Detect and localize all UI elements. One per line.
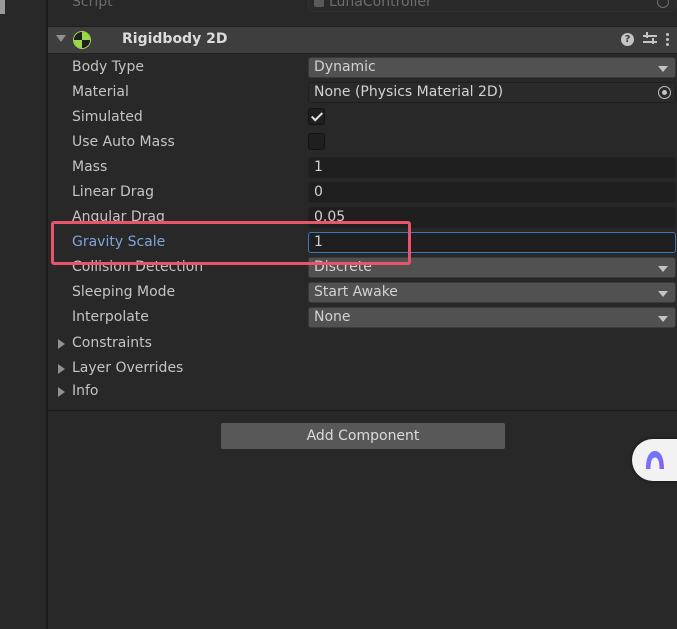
sleeping-mode-row: Sleeping Mode Start Awake [48,281,677,306]
layer-overrides-foldout[interactable]: Layer Overrides [48,358,677,380]
rigidbody-2d-icon [74,32,90,48]
use-auto-mass-row: Use Auto Mass [48,131,677,156]
inspector-panel: Script LunaController Rigidbody 2D ? Bod… [48,0,677,629]
script-file-icon [314,0,324,7]
interpolate-row: Interpolate None [48,306,677,331]
help-icon[interactable]: ? [621,32,634,46]
chevron-down-icon [658,291,668,297]
assistant-button[interactable] [632,439,677,481]
more-options-icon[interactable] [666,32,669,46]
chevron-right-icon [58,387,65,397]
mass-row: Mass 1 [48,156,677,181]
mass-label[interactable]: Mass [72,159,107,175]
constraints-label: Constraints [72,335,152,351]
info-foldout[interactable]: Info [48,381,677,403]
mass-value: 1 [314,159,323,175]
left-panel [0,0,46,629]
assistant-logo-icon [646,451,664,469]
sleeping-mode-dropdown[interactable]: Start Awake [308,282,676,303]
linear-drag-input[interactable]: 0 [308,182,676,203]
sleeping-mode-value: Start Awake [314,284,398,300]
rigidbody-2d-header[interactable]: Rigidbody 2D ? [48,26,677,54]
linear-drag-value: 0 [314,184,323,200]
script-field[interactable]: LunaController [308,0,676,12]
annotation-highlight-box [51,221,411,265]
presets-icon[interactable] [643,32,657,46]
material-label: Material [72,84,129,100]
sleeping-mode-label: Sleeping Mode [72,284,176,300]
script-label: Script [72,0,113,10]
simulated-checkbox[interactable] [308,108,325,125]
body-type-label: Body Type [72,59,144,75]
constraints-foldout[interactable]: Constraints [48,333,677,355]
body-type-dropdown[interactable]: Dynamic [308,57,676,78]
info-label: Info [72,383,99,399]
body-type-value: Dynamic [314,59,376,75]
script-value: LunaController [329,0,432,10]
component-title: Rigidbody 2D [122,31,228,47]
header-icons: ? [621,32,669,46]
use-auto-mass-checkbox[interactable] [308,133,325,150]
chevron-down-icon [658,66,668,72]
fold-arrow-icon[interactable] [56,35,66,42]
linear-drag-row: Linear Drag 0 [48,181,677,206]
chevron-down-icon [658,316,668,322]
material-value: None (Physics Material 2D) [314,84,504,100]
interpolate-dropdown[interactable]: None [308,307,676,328]
chevron-right-icon [58,339,65,349]
checkmark-icon [310,109,324,122]
interpolate-value: None [314,309,351,325]
use-auto-mass-label: Use Auto Mass [72,134,175,150]
interpolate-label: Interpolate [72,309,149,325]
left-panel-tab[interactable] [0,0,5,14]
object-picker-icon[interactable] [658,86,671,99]
linear-drag-label[interactable]: Linear Drag [72,184,154,200]
add-component-button[interactable]: Add Component [220,422,506,450]
material-field[interactable]: None (Physics Material 2D) [308,82,676,103]
simulated-row: Simulated [48,106,677,131]
mass-input[interactable]: 1 [308,157,676,178]
material-row: Material None (Physics Material 2D) [48,81,677,106]
object-picker-icon[interactable] [657,0,669,8]
component-divider [48,410,677,411]
body-type-row: Body Type Dynamic [48,56,677,81]
chevron-right-icon [58,364,65,374]
layer-overrides-label: Layer Overrides [72,360,184,376]
simulated-label: Simulated [72,109,143,125]
script-row: Script LunaController [48,0,677,12]
chevron-down-icon [658,266,668,272]
